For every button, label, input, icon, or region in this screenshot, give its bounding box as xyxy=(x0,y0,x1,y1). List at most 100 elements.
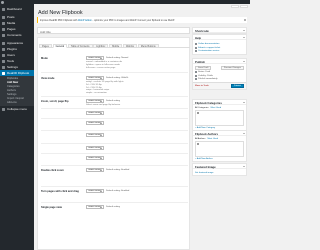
title-input[interactable]: Add title xyxy=(37,27,190,34)
shortcode-box-title[interactable]: Shortcode xyxy=(193,28,246,33)
single-page-select[interactable]: Global setting xyxy=(86,205,104,209)
tab-most-used-categories[interactable]: Most Used xyxy=(211,107,221,109)
featured-image-box: Featured Image Set featured image xyxy=(192,163,247,176)
help-box: Help Online documentation Submit a suppo… xyxy=(192,34,247,55)
plugin-icon xyxy=(2,47,5,51)
setting-description: Select zoom and page flip behavior xyxy=(86,104,121,106)
save-draft-button[interactable]: Save Draft xyxy=(195,65,212,70)
box-title: Flipbook Authors xyxy=(195,132,219,137)
mode-select[interactable]: Global setting xyxy=(86,56,104,60)
move-to-trash-link[interactable]: Move to Trash xyxy=(195,85,209,87)
help-link-docs[interactable]: Online documentation xyxy=(198,43,219,45)
sidebar-item-label: Users xyxy=(7,53,15,57)
book-icon xyxy=(2,71,5,75)
setting-label: Double click zoom xyxy=(41,169,64,172)
view-mode-select[interactable]: Global setting xyxy=(86,76,104,80)
tab-all-authors[interactable]: All Authors xyxy=(195,138,205,140)
help-link-custom[interactable]: Customization service xyxy=(198,50,219,52)
box-title: Featured Image xyxy=(195,165,216,170)
customize-icon xyxy=(195,50,197,52)
visibility-text: Visibility: Public xyxy=(198,74,214,77)
drag-turn-select[interactable]: Global setting xyxy=(86,189,104,193)
extra-select-3[interactable]: Global setting xyxy=(86,146,104,150)
calendar-icon xyxy=(195,78,197,80)
page-title: Add New Flipbook xyxy=(38,10,83,16)
sidebar-item-dashboard[interactable]: Dashboard xyxy=(0,6,34,12)
categories-box: Flipbook Categories All Categories Most U… xyxy=(192,99,247,131)
publish-box-title[interactable]: Publish xyxy=(193,59,246,64)
toggle-arrow-icon[interactable] xyxy=(242,132,245,134)
toggle-arrow-icon[interactable] xyxy=(242,60,245,62)
sidebar-item-label: Pages xyxy=(7,27,16,31)
sidebar-item-comments[interactable]: Comments xyxy=(0,32,34,38)
default-hint: Default setting xyxy=(106,206,120,208)
category-checkbox[interactable] xyxy=(197,111,199,114)
box-title: Publish xyxy=(195,60,206,65)
toggle-arrow-icon[interactable] xyxy=(242,165,245,167)
categories-box-title[interactable]: Flipbook Categories xyxy=(193,100,246,105)
comment-icon xyxy=(2,33,5,37)
tab-pages[interactable]: Pages xyxy=(39,44,52,48)
double-click-zoom-select[interactable]: Global setting xyxy=(86,168,104,172)
tab-most-used-authors[interactable]: Most Used xyxy=(207,138,217,140)
sidebar-item-label: Settings xyxy=(7,65,18,69)
add-author-link[interactable]: + Add New Author xyxy=(195,158,244,160)
setting-label: View mode xyxy=(41,77,55,80)
flipbook-options-box: Pages General Table of Contents Lightbox… xyxy=(37,37,190,250)
collapse-menu-button[interactable]: Collapse menu xyxy=(0,106,34,112)
sidebar-item-label: Plugins xyxy=(7,47,17,51)
media-icon xyxy=(2,21,5,25)
extra-select-2[interactable]: Global setting xyxy=(86,133,104,137)
setting-description: normal - embedded in a container div lig… xyxy=(86,61,123,69)
extra-select-4[interactable]: Global setting xyxy=(86,156,104,160)
screen-options-button[interactable] xyxy=(231,5,239,8)
box-title: Shortcode xyxy=(195,29,209,34)
notice-link[interactable]: WebP Addon xyxy=(78,19,92,22)
toggle-arrow-icon[interactable] xyxy=(242,101,245,103)
setting-label: Single page view xyxy=(41,206,62,209)
zoom-extra-select[interactable]: Global setting xyxy=(86,111,104,115)
tab-toc[interactable]: Table of Contents xyxy=(67,44,93,48)
tab-all-categories[interactable]: All Categories xyxy=(195,107,209,109)
help-box-title[interactable]: Help xyxy=(193,35,246,40)
sidebar-item-label: Appearance xyxy=(7,41,24,45)
tab-menu-buttons[interactable]: Menu Buttons xyxy=(137,44,159,48)
brush-icon xyxy=(2,41,5,45)
wrench-icon xyxy=(2,59,5,63)
tab-general[interactable]: General xyxy=(52,44,68,48)
authors-box: Flipbook Authors All Authors Most Used + … xyxy=(192,130,247,162)
submenu-addons[interactable]: Add-ons xyxy=(0,101,34,105)
notice-text-rest: - optimize your PDF to images and WebP. … xyxy=(91,18,175,22)
preview-button[interactable]: Preview Changes xyxy=(220,65,244,70)
dismiss-icon[interactable] xyxy=(244,18,246,21)
sidebar-item-label: Media xyxy=(7,21,16,25)
page-header: Add New Flipbook xyxy=(37,10,247,16)
doc-icon xyxy=(195,43,197,45)
authors-box-title[interactable]: Flipbook Authors xyxy=(193,131,246,136)
publish-button[interactable]: Publish xyxy=(230,84,244,88)
default-hint: Default setting: Enabled xyxy=(106,169,130,171)
support-icon xyxy=(195,46,197,49)
default-hint: Default setting: Enabled xyxy=(106,190,130,192)
sidebar-item-flipbook[interactable]: Real3D Flipbook xyxy=(0,70,34,76)
tab-webgl[interactable]: WebGL xyxy=(122,44,138,48)
toggle-arrow-icon[interactable] xyxy=(242,29,245,31)
author-checkbox[interactable] xyxy=(197,142,199,145)
sidebar-item-label: Posts xyxy=(7,15,15,19)
extra-select-1[interactable]: Global setting xyxy=(86,121,104,125)
toggle-arrow-icon[interactable] xyxy=(242,36,245,38)
help-link-support[interactable]: Submit a support ticket xyxy=(198,47,220,49)
page-icon xyxy=(2,27,5,31)
tab-mobile[interactable]: Mobile xyxy=(109,44,123,48)
add-category-link[interactable]: + Add New Category xyxy=(195,127,244,129)
setting-description: webgl - realistic 3D page flip with ligh… xyxy=(86,81,124,95)
zoom-select[interactable]: Global setting xyxy=(86,99,104,103)
pin-icon xyxy=(2,15,5,19)
help-button[interactable] xyxy=(240,5,248,8)
tab-lightbox[interactable]: Lightbox xyxy=(93,44,109,48)
featured-image-box-title[interactable]: Featured Image xyxy=(193,164,246,169)
set-featured-image-link[interactable]: Set featured image xyxy=(195,172,244,174)
sidebar-item-label: Real3D Flipbook xyxy=(7,71,30,75)
publish-time-text: Publish immediately xyxy=(198,78,218,80)
status-text: Status: Draft xyxy=(198,71,211,73)
